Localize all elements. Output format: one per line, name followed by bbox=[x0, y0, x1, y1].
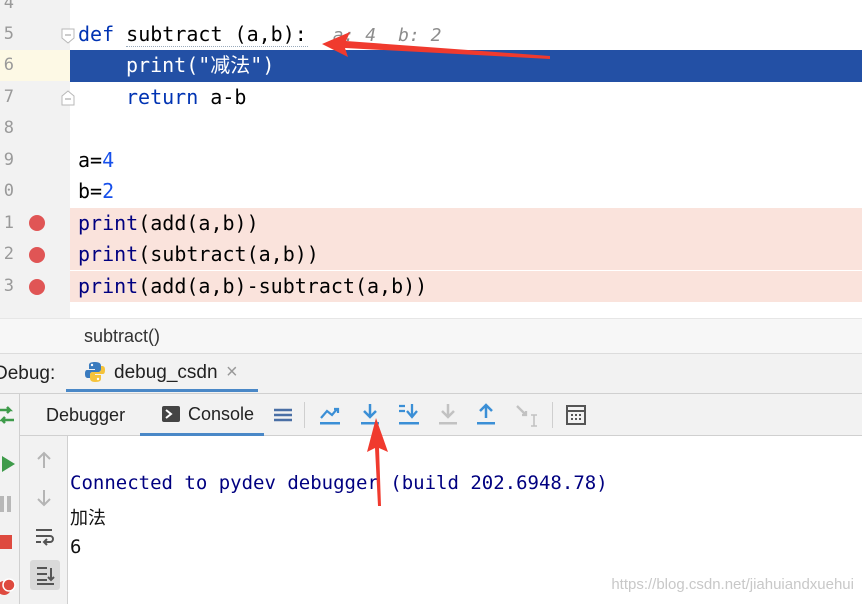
rerun-icon[interactable] bbox=[0, 404, 16, 426]
console-line-output: 6 bbox=[70, 536, 82, 558]
line-number: 3 bbox=[3, 276, 14, 296]
code-line-b[interactable]: b=2 bbox=[78, 176, 114, 207]
console-side-toolbar bbox=[20, 436, 68, 604]
arrow-up-icon[interactable] bbox=[36, 450, 52, 470]
code-line-a[interactable]: a=4 bbox=[78, 145, 114, 176]
fold-icon[interactable] bbox=[61, 28, 75, 44]
menu-icon[interactable] bbox=[272, 402, 298, 428]
code-text: (subtract(a,b)) bbox=[138, 242, 319, 266]
keyword: return bbox=[126, 85, 199, 109]
arrow-down-icon[interactable] bbox=[36, 488, 52, 508]
step-into-my-code-icon[interactable] bbox=[396, 402, 422, 428]
tab-debugger[interactable]: Debugger bbox=[46, 405, 125, 426]
line-number: 2 bbox=[3, 244, 14, 264]
code-line-call1[interactable]: print(add(a,b)) bbox=[78, 208, 259, 239]
debug-tool-window-header: Debug: debug_csdn × bbox=[0, 354, 862, 394]
code-text: (add(a,b)) bbox=[138, 211, 259, 235]
line-number: 5 bbox=[3, 24, 14, 44]
builtin: print bbox=[78, 211, 139, 235]
line-number: 1 bbox=[3, 213, 14, 233]
view-breakpoints-icon[interactable] bbox=[0, 578, 16, 598]
line-number: 8 bbox=[3, 118, 14, 138]
code-text: (add(a,b)-subtract(a,b)) bbox=[138, 274, 428, 298]
code-text: print bbox=[126, 53, 187, 77]
console-output[interactable]: Connected to pydev debugger (build 202.6… bbox=[68, 436, 862, 604]
code-line-call3[interactable]: print(add(a,b)-subtract(a,b)) bbox=[78, 271, 427, 302]
line-number: 0 bbox=[3, 181, 14, 201]
code-line-return[interactable]: return a-b bbox=[126, 82, 246, 113]
close-icon[interactable]: × bbox=[226, 361, 238, 384]
number-literal: 2 bbox=[102, 179, 115, 203]
force-step-into-icon[interactable] bbox=[436, 402, 462, 428]
evaluate-expression-icon[interactable] bbox=[564, 402, 590, 428]
line-number: 6 bbox=[3, 55, 14, 75]
breakpoint-icon[interactable] bbox=[29, 279, 45, 295]
debug-actions-strip bbox=[0, 394, 20, 604]
pause-icon[interactable] bbox=[0, 494, 14, 514]
scroll-to-end-icon bbox=[37, 567, 55, 585]
step-out-icon[interactable] bbox=[474, 402, 500, 428]
resume-icon[interactable] bbox=[0, 454, 16, 474]
builtin: print bbox=[78, 242, 139, 266]
code-text: a-b bbox=[198, 85, 247, 109]
console-line-output: 加法 bbox=[70, 508, 106, 529]
keyword: def bbox=[78, 22, 115, 46]
breakpoint-icon[interactable] bbox=[29, 247, 45, 263]
tab-console-label: Console bbox=[188, 404, 255, 424]
code-line-print[interactable]: print("减法") bbox=[126, 50, 274, 81]
code-text: ("减法") bbox=[186, 53, 275, 77]
code-text: b= bbox=[78, 179, 103, 203]
debug-label: Debug: bbox=[0, 363, 56, 384]
toolbar-separator bbox=[304, 402, 305, 428]
code-line-call2[interactable]: print(subtract(a,b)) bbox=[78, 239, 319, 270]
line-number: 7 bbox=[3, 87, 14, 107]
annotation-arrow-icon bbox=[322, 32, 550, 59]
console-icon bbox=[162, 406, 180, 422]
run-to-cursor-icon[interactable] bbox=[514, 402, 540, 428]
breakpoint-icon[interactable] bbox=[29, 215, 45, 231]
fold-end-icon[interactable] bbox=[61, 90, 75, 106]
scroll-to-end-button[interactable] bbox=[30, 560, 60, 590]
annotation-arrow-icon bbox=[367, 418, 388, 506]
python-icon bbox=[85, 362, 105, 382]
show-execution-point-icon[interactable] bbox=[318, 402, 344, 428]
breadcrumb[interactable]: subtract() bbox=[0, 318, 862, 354]
line-number: 4 bbox=[3, 0, 14, 13]
soft-wrap-icon[interactable] bbox=[34, 526, 56, 548]
console-line-connected: Connected to pydev debugger (build 202.6… bbox=[70, 472, 608, 494]
number-literal: 4 bbox=[102, 148, 115, 172]
code-text: a= bbox=[78, 148, 103, 172]
warning-underline bbox=[126, 44, 308, 47]
line-number: 9 bbox=[3, 150, 14, 170]
builtin: print bbox=[78, 274, 139, 298]
breadcrumb-item[interactable]: subtract() bbox=[84, 326, 160, 347]
watermark: https://blog.csdn.net/jiahuiandxuehui bbox=[611, 576, 854, 593]
stop-icon[interactable] bbox=[0, 534, 13, 552]
code-text: subtract (a,b): bbox=[114, 22, 307, 46]
debug-session-tab[interactable]: debug_csdn × bbox=[66, 354, 258, 392]
session-tab-label: debug_csdn bbox=[114, 362, 218, 383]
toolbar-separator bbox=[552, 402, 553, 428]
tab-console[interactable]: Console bbox=[140, 394, 264, 436]
